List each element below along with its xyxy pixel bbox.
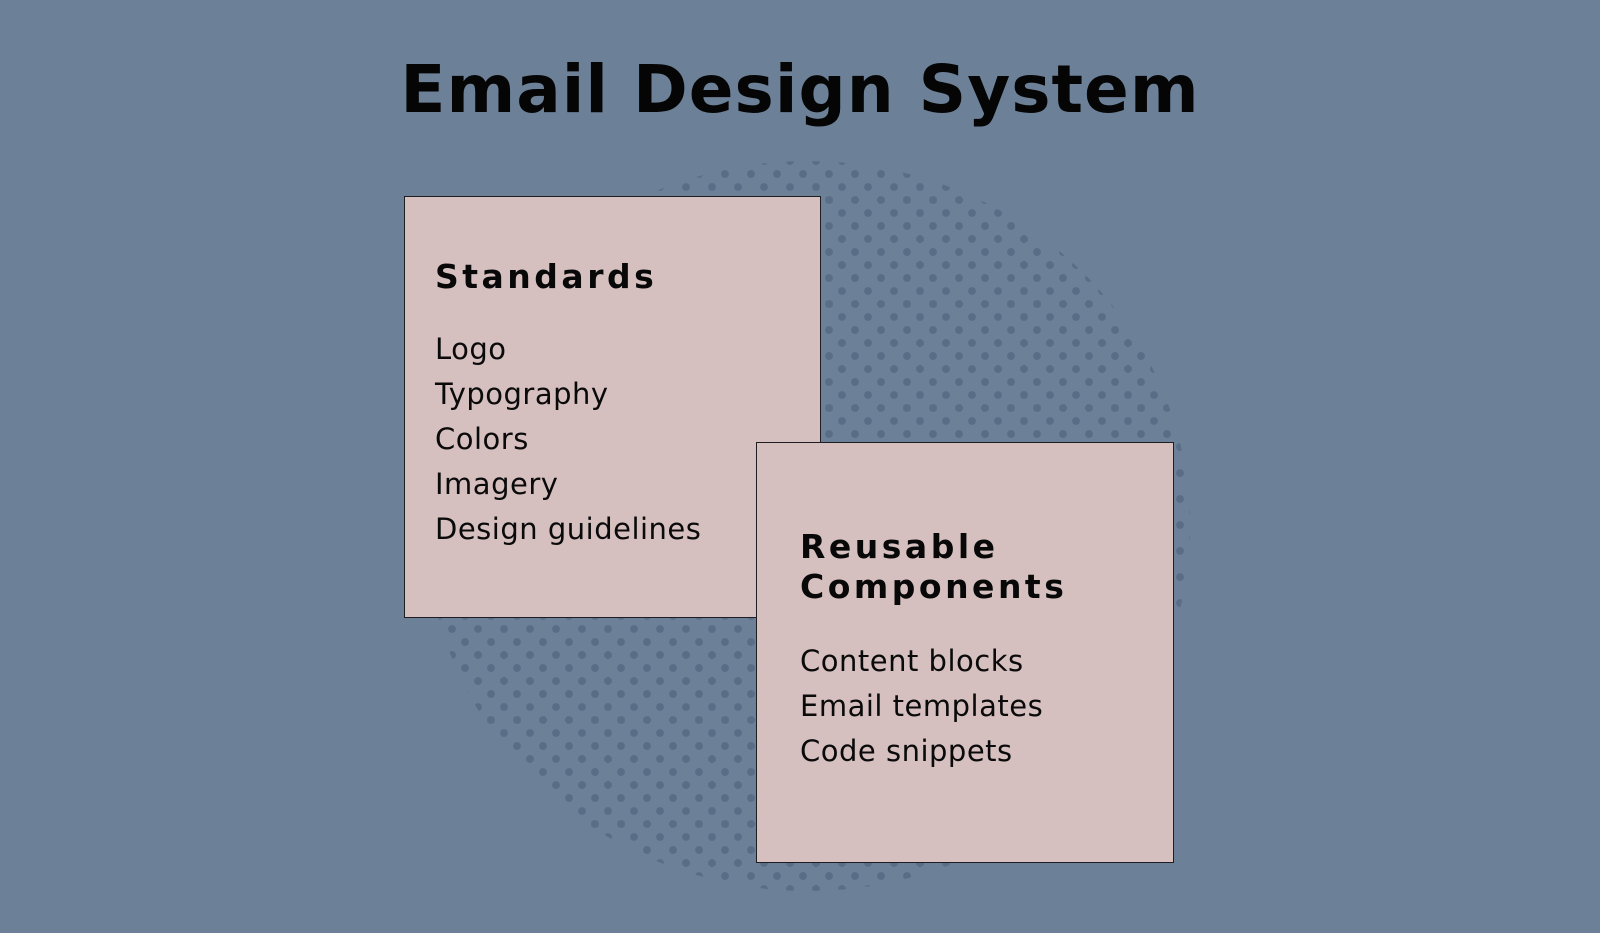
list-item-content-blocks: Content blocks	[800, 644, 1024, 678]
list-item-imagery: Imagery	[435, 467, 559, 501]
list-item-typography: Typography	[435, 377, 609, 411]
reusable-components-list: Content blocks Email templates Code snip…	[800, 639, 1043, 774]
standards-list: Logo Typography Colors Imagery Design gu…	[435, 327, 701, 552]
list-item-logo: Logo	[435, 332, 507, 366]
list-item-design-guidelines: Design guidelines	[435, 512, 702, 546]
heading-line-1: Reusable	[800, 527, 999, 566]
diagram-title: Email Design System	[400, 51, 1200, 128]
reusable-components-card: Reusable Components Content blocks Email…	[756, 442, 1174, 863]
list-item-code-snippets: Code snippets	[800, 734, 1013, 768]
heading-line-2: Components	[800, 567, 1068, 606]
standards-heading: Standards	[435, 257, 658, 296]
reusable-components-heading: Reusable Components	[800, 527, 1067, 607]
list-item-email-templates: Email templates	[800, 689, 1044, 723]
list-item-colors: Colors	[435, 422, 529, 456]
